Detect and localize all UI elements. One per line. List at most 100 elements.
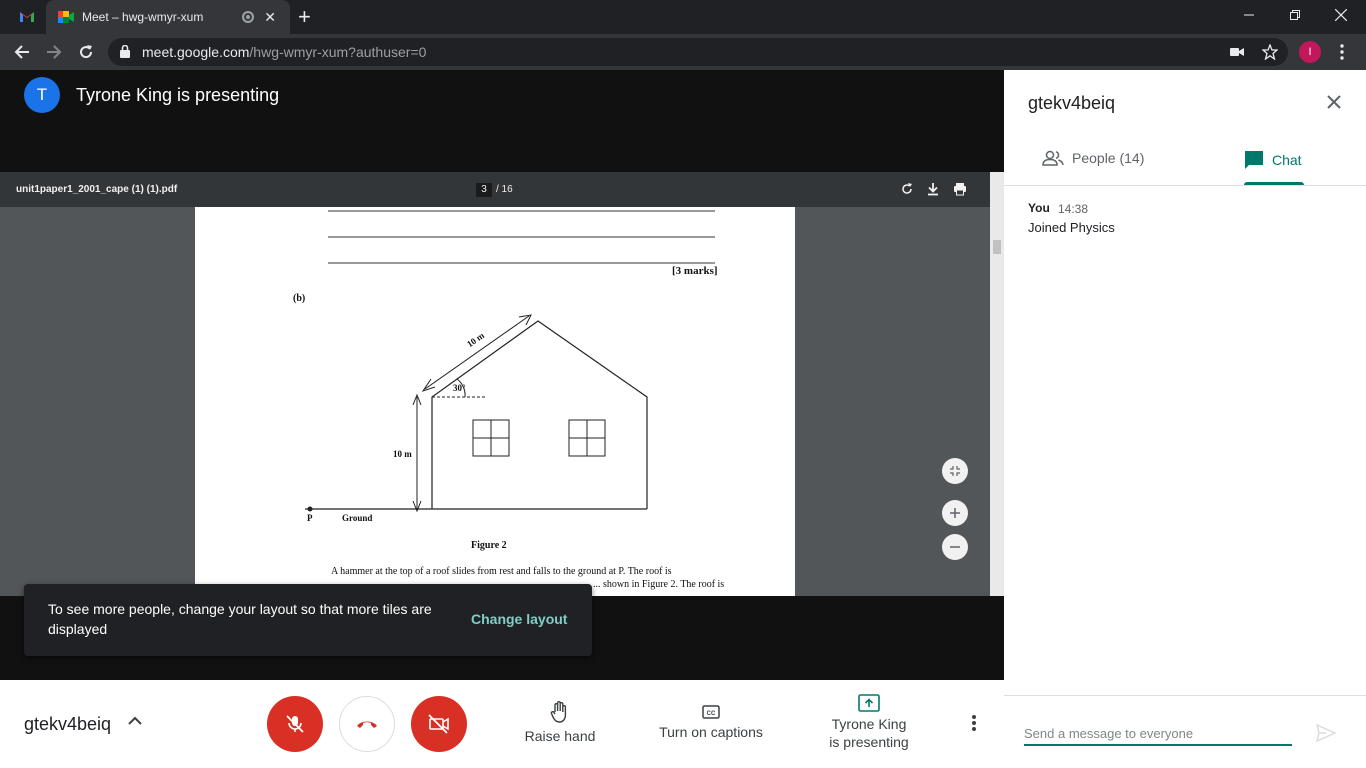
composer-divider (1004, 695, 1366, 696)
part-label: (b) (293, 293, 306, 304)
plus-icon (950, 508, 960, 518)
new-tab-button[interactable]: + (298, 5, 311, 29)
snackbar-message: To see more people, change your layout s… (48, 601, 432, 637)
svg-text:CC: CC (707, 711, 716, 717)
raise-hand-button[interactable]: Raise hand (520, 700, 600, 745)
browser-tab-bar: Meet – hwg-wmyr-xum ✕ + (0, 0, 1366, 34)
layout-snackbar: To see more people, change your layout s… (24, 584, 592, 656)
raise-hand-label: Raise hand (524, 728, 596, 744)
reload-icon (80, 45, 93, 59)
people-icon (1042, 150, 1064, 166)
camera-off-icon (428, 714, 449, 734)
shared-pdf-viewer: unit1paper1_2001_cape (1) (1).pdf 3 / 16 (0, 172, 1004, 596)
scrollbar-thumb[interactable] (993, 240, 1001, 254)
presenting-label-line1: Tyrone King (831, 716, 907, 732)
panel-title: gtekv4beiq (1028, 93, 1116, 113)
browser-toolbar: meet.google.com/hwg-wmyr-xum?authuser=0 … (0, 34, 1366, 70)
close-tab-icon[interactable]: ✕ (264, 9, 276, 26)
meeting-code[interactable]: gtekv4beiq (24, 714, 111, 735)
panel-divider (1004, 185, 1366, 186)
url-host: meet.google.com (142, 44, 250, 60)
url-path: /hwg-wmyr-xum?authuser=0 (249, 44, 427, 60)
recording-indicator-icon (242, 11, 255, 23)
message-sender: You (1028, 201, 1050, 215)
camera-toggle-button[interactable] (411, 696, 467, 752)
captions-label: Turn on captions (659, 724, 763, 740)
meet-icon (58, 11, 74, 23)
tab-title: Meet – hwg-wmyr-xum (82, 10, 204, 24)
back-arrow-icon (14, 45, 29, 59)
send-icon[interactable] (1316, 724, 1336, 742)
hand-icon (550, 701, 567, 723)
lock-icon (120, 45, 130, 58)
presenter-title: Tyrone King is presenting (76, 85, 280, 105)
rotate-icon[interactable] (900, 182, 914, 196)
print-icon[interactable] (953, 182, 967, 196)
url-text: meet.google.com/hwg-wmyr-xum?authuser=0 (142, 44, 426, 60)
mute-microphone-button[interactable] (267, 696, 323, 752)
meet-tab[interactable]: Meet – hwg-wmyr-xum ✕ (46, 0, 290, 34)
closed-captions-icon: CC (702, 705, 720, 719)
more-options-icon[interactable] (966, 714, 982, 732)
forward-arrow-icon (47, 45, 62, 59)
chevron-up-icon[interactable] (128, 716, 142, 726)
meeting-controls-bar: gtekv4beiq Raise hand CC Turn on caption… (0, 680, 1004, 768)
tab-people[interactable]: People (14) (1042, 150, 1144, 166)
close-panel-icon[interactable] (1326, 94, 1342, 110)
fit-page-icon (950, 466, 960, 476)
bookmark-star-icon[interactable] (1262, 44, 1278, 60)
present-screen-icon (858, 694, 880, 712)
pdf-filename: unit1paper1_2001_cape (1) (1).pdf (16, 184, 178, 195)
body-line-1: A hammer at the top of a roof slides fro… (331, 566, 672, 577)
close-window-button[interactable] (1318, 0, 1364, 30)
page-total: / 16 (496, 184, 513, 195)
profile-avatar[interactable]: I (1299, 41, 1321, 63)
presenting-button[interactable]: Tyrone King is presenting (818, 694, 920, 751)
minimize-button[interactable] (1226, 0, 1272, 30)
body-line-2: ... shown in Figure 2. The roof is (593, 579, 725, 590)
camera-in-use-icon[interactable] (1230, 47, 1244, 57)
message-time: 14:38 (1058, 202, 1089, 216)
angle-label: 30° (453, 383, 466, 393)
browser-menu-icon[interactable] (1338, 44, 1346, 60)
address-bar[interactable]: meet.google.com/hwg-wmyr-xum?authuser=0 (108, 38, 1288, 66)
back-button[interactable] (10, 40, 34, 64)
gmail-icon (20, 12, 34, 22)
height-label: 10 m (393, 449, 412, 459)
pdf-scrollbar[interactable] (990, 172, 1004, 596)
figure-caption: Figure 2 (471, 540, 507, 551)
message-text: Joined Physics (1028, 220, 1115, 235)
presenter-avatar: T (24, 77, 60, 113)
chat-tab-label: Chat (1272, 152, 1302, 168)
presenting-label-line2: is presenting (829, 734, 909, 750)
presenter-header: T Tyrone King is presenting (0, 70, 1004, 172)
side-panel: gtekv4beiq People (14) Chat You 14:38 Jo… (1004, 70, 1366, 768)
zoom-out-button[interactable] (942, 534, 968, 560)
tab-chat[interactable]: Chat (1244, 150, 1302, 170)
captions-button[interactable]: CC Turn on captions (652, 704, 770, 741)
ground-label: Ground (342, 513, 373, 523)
point-p-label: P (307, 513, 313, 523)
zoom-in-button[interactable] (942, 500, 968, 526)
pdf-page: [3 marks] (b) 30° 10 m 10 m P Ground Fig… (195, 207, 795, 596)
close-window-icon (1335, 9, 1347, 21)
chat-icon (1245, 151, 1263, 169)
minus-icon (950, 546, 960, 548)
reload-button[interactable] (74, 40, 98, 64)
hang-up-icon (357, 721, 377, 728)
fit-page-button[interactable] (942, 458, 968, 484)
download-icon[interactable] (926, 182, 940, 196)
people-tab-label: People (14) (1072, 150, 1145, 166)
change-layout-button[interactable]: Change layout (471, 611, 567, 627)
leave-call-button[interactable] (339, 696, 395, 752)
minimize-icon (1244, 14, 1254, 16)
mic-off-icon (286, 715, 304, 733)
chat-message-input[interactable] (1024, 722, 1292, 746)
restore-button[interactable] (1272, 0, 1318, 30)
pdf-toolbar: unit1paper1_2001_cape (1) (1).pdf 3 / 16 (0, 172, 990, 207)
gmail-tab[interactable] (8, 0, 46, 34)
marks-label: [3 marks] (672, 265, 718, 277)
page-number-input[interactable]: 3 (476, 183, 492, 197)
restore-icon (1290, 10, 1300, 20)
forward-button[interactable] (42, 40, 66, 64)
